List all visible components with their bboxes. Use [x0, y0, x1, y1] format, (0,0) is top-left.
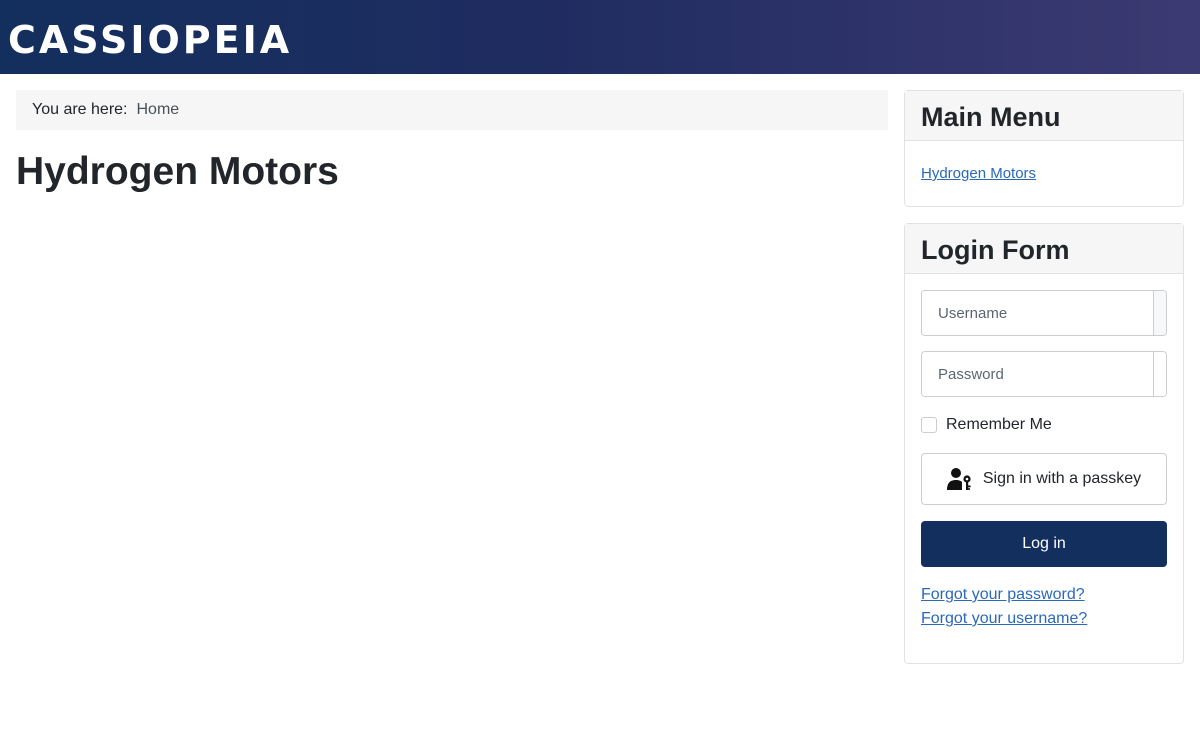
password-input-group	[921, 351, 1167, 397]
passkey-signin-button[interactable]: Sign in with a passkey	[921, 453, 1167, 505]
password-toggle-button[interactable]	[1153, 352, 1166, 396]
site-brand-logo[interactable]: CASSIOPEIA	[8, 18, 292, 62]
breadcrumb: You are here: Home	[16, 90, 888, 130]
forgot-password-link[interactable]: Forgot your password?	[921, 586, 1085, 604]
menu-item-hydrogen-motors[interactable]: Hydrogen Motors	[921, 165, 1036, 182]
site-header: CASSIOPEIA	[0, 0, 1200, 74]
username-input-group	[921, 290, 1167, 336]
main-menu-title: Main Menu	[905, 91, 1183, 141]
username-addon	[1153, 291, 1166, 335]
breadcrumb-prefix: You are here:	[32, 101, 128, 118]
login-button[interactable]: Log in	[921, 521, 1167, 567]
breadcrumb-home: Home	[136, 101, 180, 118]
login-form-card: Login Form Remember Me Sign in with a pa…	[904, 223, 1184, 664]
username-input[interactable]	[922, 291, 1153, 335]
forgot-username-link[interactable]: Forgot your username?	[921, 610, 1087, 628]
password-input[interactable]	[922, 352, 1153, 396]
login-form-title: Login Form	[905, 224, 1183, 274]
remember-me-label: Remember Me	[946, 416, 1052, 433]
page-title: Hydrogen Motors	[16, 150, 339, 193]
main-menu-card: Main Menu Hydrogen Motors	[904, 90, 1184, 207]
user-key-icon	[946, 468, 971, 490]
remember-me-checkbox[interactable]	[921, 417, 937, 433]
passkey-signin-label: Sign in with a passkey	[982, 470, 1142, 487]
remember-me[interactable]: Remember Me	[921, 416, 1052, 434]
